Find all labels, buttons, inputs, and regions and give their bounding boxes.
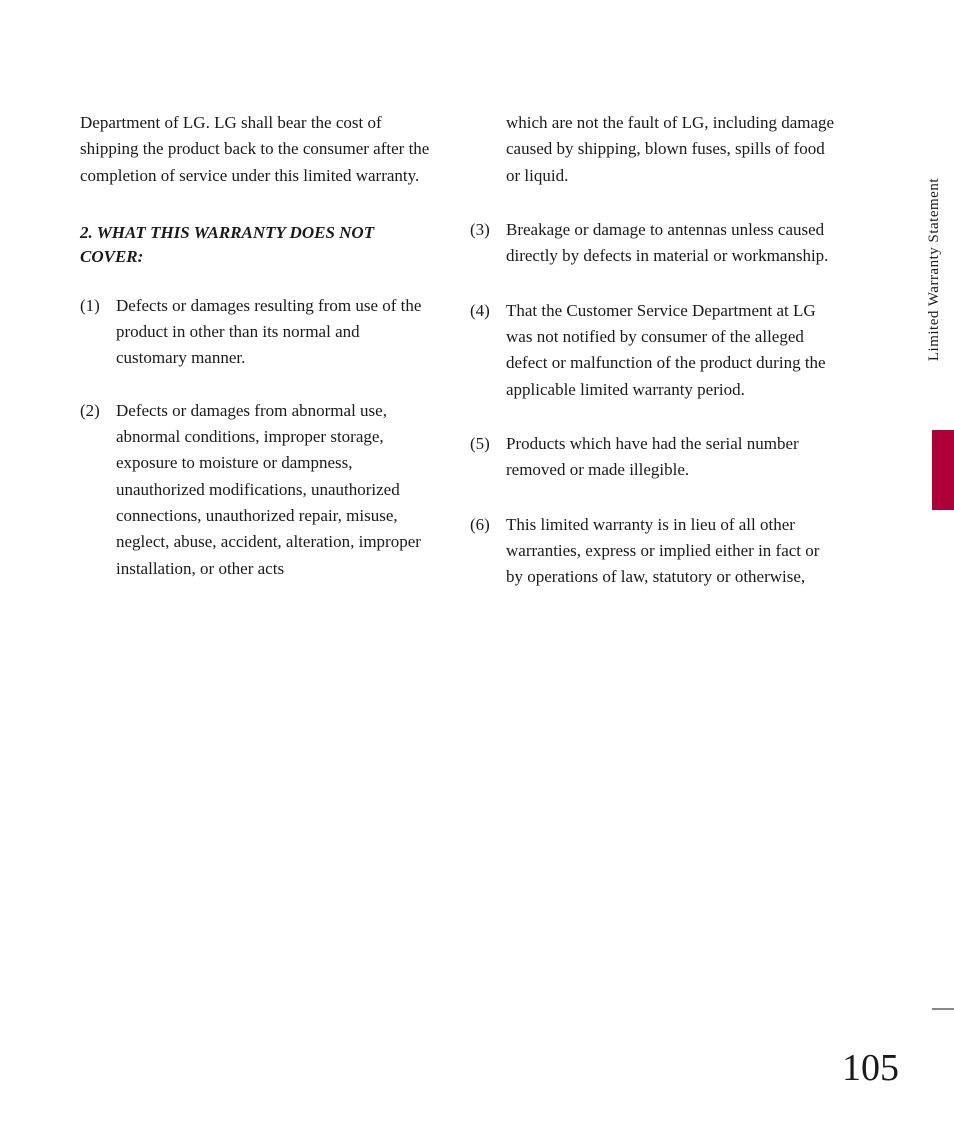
list-item-1: (1) Defects or damages resulting from us… (80, 293, 430, 372)
main-content: Department of LG. LG shall bear the cost… (0, 60, 906, 1085)
right-list-text-4: That the Customer Service Department at … (506, 298, 840, 403)
intro-paragraph: Department of LG. LG shall bear the cost… (80, 110, 430, 189)
right-list-number-5: (5) (470, 431, 506, 457)
intro-text: Department of LG. LG shall bear the cost… (80, 113, 429, 185)
list-text-1: Defects or damages resulting from use of… (116, 293, 430, 372)
right-list-text-6: This limited warranty is in lieu of all … (506, 512, 840, 591)
right-list-item-4: (4) That the Customer Service Department… (470, 298, 840, 403)
sidebar-label: Limited Warranty Statement (923, 178, 946, 361)
right-list-text-3: Breakage or damage to antennas unless ca… (506, 217, 840, 270)
right-column: which are not the fault of LG, including… (460, 110, 840, 1035)
page-container: Department of LG. LG shall bear the cost… (0, 0, 954, 1145)
right-list-text-5: Products which have had the serial numbe… (506, 431, 840, 484)
sidebar-line (932, 1008, 954, 1010)
right-list-item-5: (5) Products which have had the serial n… (470, 431, 840, 484)
sidebar-accent-bar (932, 430, 954, 510)
right-list-number-cont (470, 110, 506, 136)
sidebar-text-container: Limited Warranty Statement (914, 110, 954, 430)
list-number-1: (1) (80, 293, 116, 319)
section-heading: 2. WHAT THIS WARRANTY DOES NOT COVER: (80, 221, 430, 269)
left-column: Department of LG. LG shall bear the cost… (80, 110, 460, 1035)
right-list-number-6: (6) (470, 512, 506, 538)
list-text-2: Defects or damages from abnormal use, ab… (116, 398, 430, 582)
right-list-text-cont: which are not the fault of LG, including… (506, 110, 840, 189)
list-item-2: (2) Defects or damages from abnormal use… (80, 398, 430, 582)
right-list-number-3: (3) (470, 217, 506, 243)
content-area: Department of LG. LG shall bear the cost… (0, 60, 954, 1085)
page-number: 105 (842, 1040, 899, 1097)
sidebar: Limited Warranty Statement (906, 60, 954, 1085)
right-list-item-continuation: which are not the fault of LG, including… (470, 110, 840, 189)
list-number-2: (2) (80, 398, 116, 424)
right-list-item-3: (3) Breakage or damage to antennas unles… (470, 217, 840, 270)
right-list-number-4: (4) (470, 298, 506, 324)
right-list-item-6: (6) This limited warranty is in lieu of … (470, 512, 840, 591)
